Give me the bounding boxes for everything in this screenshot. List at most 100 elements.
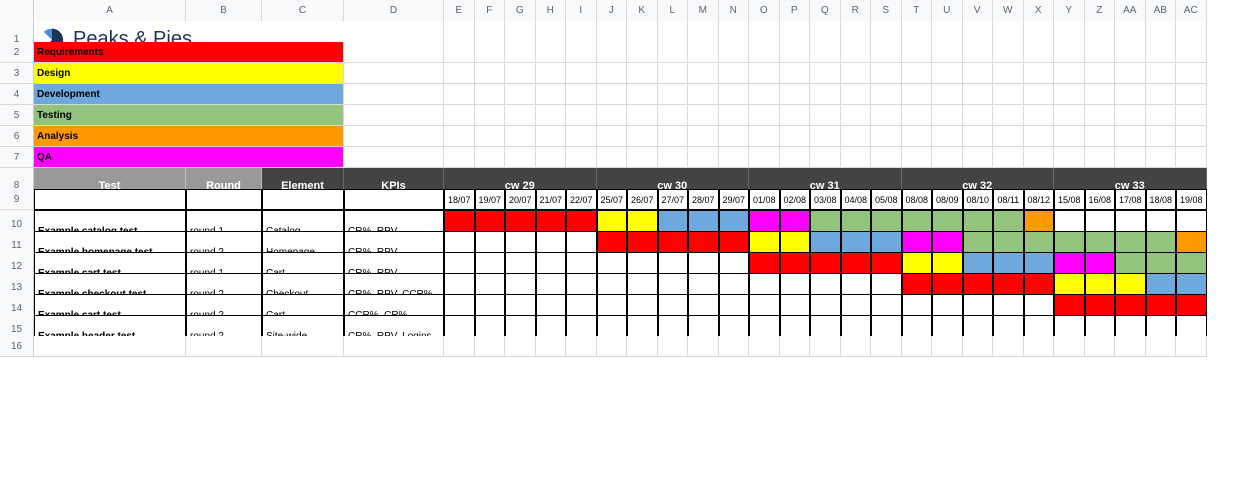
empty-cell[interactable] bbox=[344, 147, 444, 168]
empty-cell[interactable] bbox=[34, 336, 186, 357]
empty-cell[interactable] bbox=[932, 147, 963, 168]
column-header[interactable]: O bbox=[749, 0, 780, 22]
empty-cell[interactable] bbox=[993, 105, 1024, 126]
empty-cell[interactable] bbox=[780, 336, 811, 357]
empty-cell[interactable] bbox=[505, 126, 536, 147]
empty-cell[interactable] bbox=[902, 126, 933, 147]
empty-cell[interactable] bbox=[871, 84, 902, 105]
empty-cell[interactable] bbox=[1054, 84, 1085, 105]
empty-cell[interactable] bbox=[505, 63, 536, 84]
column-header[interactable]: L bbox=[658, 0, 689, 22]
empty-cell[interactable] bbox=[536, 84, 567, 105]
empty-cell[interactable] bbox=[505, 336, 536, 357]
empty-cell[interactable] bbox=[688, 84, 719, 105]
empty-cell[interactable] bbox=[749, 147, 780, 168]
select-all-corner[interactable] bbox=[0, 0, 34, 22]
column-header[interactable]: Q bbox=[810, 0, 841, 22]
empty-cell[interactable] bbox=[810, 336, 841, 357]
empty-cell[interactable] bbox=[186, 336, 262, 357]
empty-cell[interactable] bbox=[444, 42, 475, 63]
column-header[interactable]: F bbox=[475, 0, 506, 22]
column-header[interactable]: U bbox=[932, 0, 963, 22]
empty-cell[interactable] bbox=[1176, 147, 1207, 168]
empty-cell[interactable] bbox=[566, 105, 597, 126]
empty-cell[interactable] bbox=[658, 84, 689, 105]
empty-cell[interactable] bbox=[1115, 105, 1146, 126]
empty-cell[interactable] bbox=[1115, 84, 1146, 105]
column-header[interactable]: K bbox=[627, 0, 658, 22]
row-header[interactable]: 9 bbox=[0, 189, 34, 210]
empty-cell[interactable] bbox=[749, 42, 780, 63]
empty-cell[interactable] bbox=[1085, 63, 1116, 84]
empty-cell[interactable] bbox=[344, 63, 444, 84]
empty-cell[interactable] bbox=[597, 63, 628, 84]
empty-cell[interactable] bbox=[658, 63, 689, 84]
empty-cell[interactable] bbox=[810, 84, 841, 105]
empty-cell[interactable] bbox=[719, 84, 750, 105]
empty-cell[interactable] bbox=[749, 105, 780, 126]
empty-cell[interactable] bbox=[658, 147, 689, 168]
row-header[interactable]: 4 bbox=[0, 84, 34, 105]
empty-cell[interactable] bbox=[932, 42, 963, 63]
empty-cell[interactable] bbox=[1176, 336, 1207, 357]
empty-cell[interactable] bbox=[566, 126, 597, 147]
row-header[interactable]: 5 bbox=[0, 105, 34, 126]
column-header[interactable]: B bbox=[186, 0, 262, 22]
empty-cell[interactable] bbox=[344, 42, 444, 63]
empty-cell[interactable] bbox=[902, 42, 933, 63]
column-header[interactable]: R bbox=[841, 0, 872, 22]
column-header[interactable]: G bbox=[505, 0, 536, 22]
empty-cell[interactable] bbox=[597, 126, 628, 147]
empty-cell[interactable] bbox=[993, 336, 1024, 357]
column-header[interactable]: V bbox=[963, 0, 994, 22]
empty-cell[interactable] bbox=[749, 126, 780, 147]
empty-cell[interactable] bbox=[1054, 336, 1085, 357]
empty-cell[interactable] bbox=[1085, 336, 1116, 357]
empty-cell[interactable] bbox=[444, 147, 475, 168]
empty-cell[interactable] bbox=[566, 147, 597, 168]
empty-cell[interactable] bbox=[627, 42, 658, 63]
empty-cell[interactable] bbox=[780, 126, 811, 147]
empty-cell[interactable] bbox=[505, 84, 536, 105]
empty-cell[interactable] bbox=[475, 84, 506, 105]
empty-cell[interactable] bbox=[688, 147, 719, 168]
empty-cell[interactable] bbox=[902, 84, 933, 105]
empty-cell[interactable] bbox=[902, 147, 933, 168]
empty-cell[interactable] bbox=[993, 42, 1024, 63]
empty-cell[interactable] bbox=[993, 147, 1024, 168]
empty-cell[interactable] bbox=[932, 105, 963, 126]
row-header[interactable]: 3 bbox=[0, 63, 34, 84]
column-header[interactable]: P bbox=[780, 0, 811, 22]
empty-cell[interactable] bbox=[1115, 147, 1146, 168]
empty-cell[interactable] bbox=[841, 42, 872, 63]
empty-cell[interactable] bbox=[1085, 105, 1116, 126]
empty-cell[interactable] bbox=[566, 336, 597, 357]
spreadsheet-grid[interactable]: ABCDEFGHIJKLMNOPQRSTUVWXYZAAABAC1Peaks &… bbox=[0, 0, 1233, 357]
empty-cell[interactable] bbox=[1085, 147, 1116, 168]
empty-cell[interactable] bbox=[344, 126, 444, 147]
empty-cell[interactable] bbox=[1024, 336, 1055, 357]
empty-cell[interactable] bbox=[1024, 105, 1055, 126]
empty-cell[interactable] bbox=[902, 336, 933, 357]
column-header[interactable]: AA bbox=[1115, 0, 1146, 22]
empty-cell[interactable] bbox=[1024, 147, 1055, 168]
empty-cell[interactable] bbox=[597, 147, 628, 168]
empty-cell[interactable] bbox=[963, 42, 994, 63]
empty-cell[interactable] bbox=[810, 63, 841, 84]
empty-cell[interactable] bbox=[344, 84, 444, 105]
empty-cell[interactable] bbox=[1115, 42, 1146, 63]
empty-cell[interactable] bbox=[719, 105, 750, 126]
empty-cell[interactable] bbox=[963, 84, 994, 105]
empty-cell[interactable] bbox=[536, 105, 567, 126]
empty-cell[interactable] bbox=[780, 84, 811, 105]
empty-cell[interactable] bbox=[932, 126, 963, 147]
empty-cell[interactable] bbox=[963, 147, 994, 168]
empty-cell[interactable] bbox=[597, 336, 628, 357]
column-header[interactable]: H bbox=[536, 0, 567, 22]
empty-cell[interactable] bbox=[963, 336, 994, 357]
column-header[interactable]: N bbox=[719, 0, 750, 22]
empty-cell[interactable] bbox=[344, 336, 444, 357]
column-header[interactable]: A bbox=[34, 0, 186, 22]
empty-cell[interactable] bbox=[1115, 63, 1146, 84]
empty-cell[interactable] bbox=[658, 126, 689, 147]
